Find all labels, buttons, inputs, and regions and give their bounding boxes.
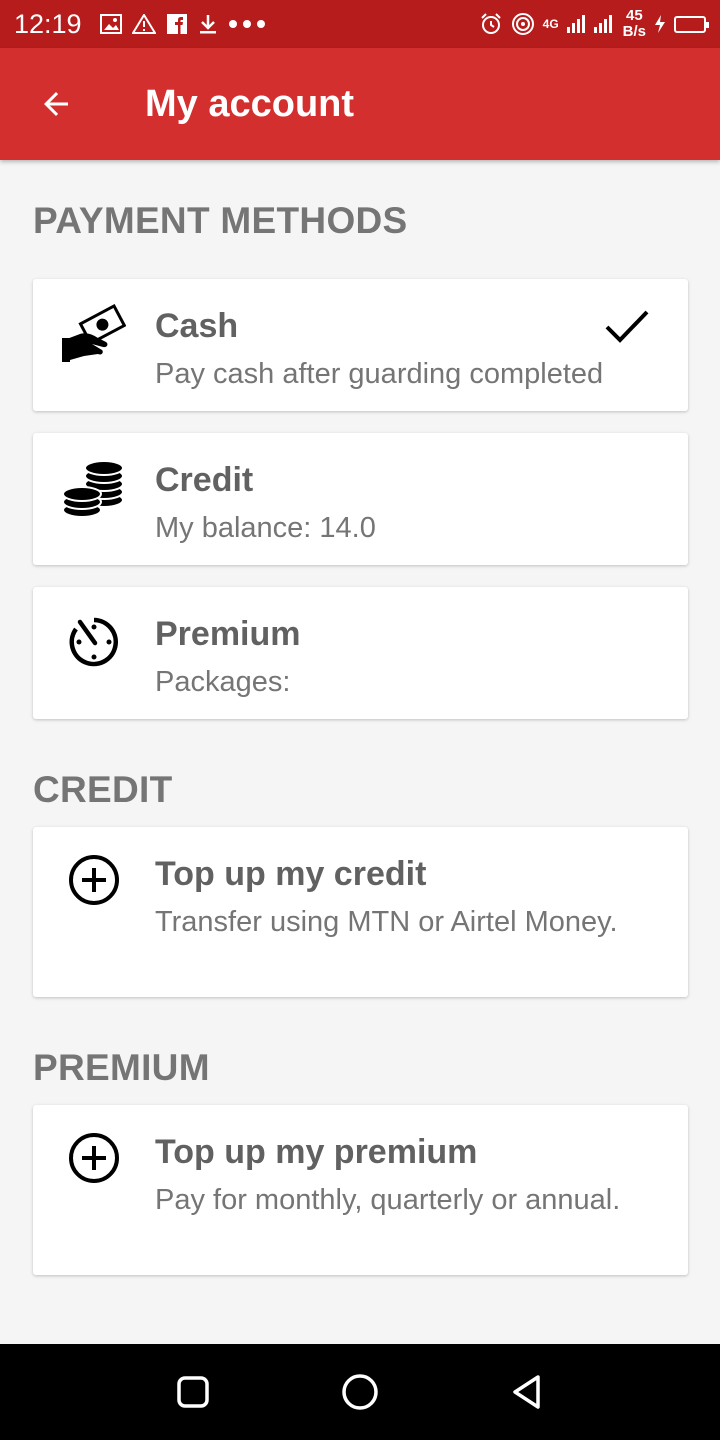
status-bar: 12:19 4G 45 B/s bbox=[0, 0, 720, 48]
image-icon bbox=[99, 14, 122, 34]
top-up-premium-card[interactable]: Top up my premium Pay for monthly, quart… bbox=[33, 1105, 688, 1275]
back-button[interactable] bbox=[0, 48, 112, 160]
premium-title: Premium bbox=[155, 615, 301, 653]
cash-subtitle: Pay cash after guarding completed bbox=[155, 358, 604, 390]
network-speed-unit: B/s bbox=[622, 23, 646, 40]
warning-icon bbox=[131, 14, 156, 34]
premium-packages: Packages: bbox=[155, 666, 291, 698]
cash-hand-icon bbox=[61, 301, 127, 367]
facebook-icon bbox=[166, 14, 187, 34]
payment-method-cash[interactable]: Cash Pay cash after guarding completed bbox=[33, 279, 688, 411]
top-up-premium-title: Top up my premium bbox=[155, 1133, 478, 1171]
timer-icon bbox=[61, 609, 127, 675]
back-triangle-icon bbox=[512, 1375, 540, 1409]
battery-icon bbox=[674, 15, 709, 33]
notification-icons bbox=[99, 13, 266, 35]
back-nav-button[interactable] bbox=[497, 1362, 557, 1422]
charging-icon bbox=[655, 15, 665, 33]
account-content: PAYMENT METHODS Cash Pay cash after guar… bbox=[0, 160, 720, 1344]
status-time: 12:19 bbox=[14, 8, 82, 39]
system-nav-bar bbox=[0, 1344, 720, 1440]
top-up-credit-card[interactable]: Top up my credit Transfer using MTN or A… bbox=[33, 827, 688, 997]
alarm-icon bbox=[480, 13, 501, 34]
top-up-credit-title: Top up my credit bbox=[155, 855, 427, 893]
add-circle-icon bbox=[61, 847, 127, 913]
home-button[interactable] bbox=[330, 1362, 390, 1422]
system-status-icons: 4G 45 B/s bbox=[479, 8, 709, 40]
hotspot-icon bbox=[511, 13, 534, 35]
recents-square-icon bbox=[177, 1376, 210, 1408]
credit-balance: My balance: 14.0 bbox=[155, 512, 376, 544]
network-type-label: 4G bbox=[542, 17, 559, 31]
network-speed: 45 B/s bbox=[623, 8, 646, 40]
recents-button[interactable] bbox=[163, 1362, 223, 1422]
cash-title: Cash bbox=[155, 307, 239, 345]
top-up-premium-subtitle: Pay for monthly, quarterly or annual. bbox=[155, 1184, 621, 1216]
page-title: My account bbox=[145, 82, 355, 125]
app-bar: My account bbox=[0, 48, 720, 160]
section-header-credit: CREDIT bbox=[33, 769, 173, 810]
top-up-credit-subtitle: Transfer using MTN or Airtel Money. bbox=[155, 906, 618, 938]
check-icon bbox=[604, 307, 650, 352]
add-circle-icon bbox=[61, 1125, 127, 1191]
section-header-payment-methods: PAYMENT METHODS bbox=[33, 200, 408, 241]
coins-icon bbox=[61, 455, 127, 521]
credit-title: Credit bbox=[155, 461, 254, 499]
payment-method-premium[interactable]: Premium Packages: bbox=[33, 587, 688, 719]
more-dots-icon bbox=[228, 20, 265, 28]
signal-icon bbox=[566, 15, 612, 33]
network-speed-value: 45 bbox=[625, 7, 643, 24]
home-circle-icon bbox=[342, 1374, 378, 1410]
arrow-back-icon bbox=[44, 92, 68, 116]
download-icon bbox=[199, 15, 216, 34]
section-header-premium: PREMIUM bbox=[33, 1047, 210, 1088]
payment-method-credit[interactable]: Credit My balance: 14.0 bbox=[33, 433, 688, 565]
